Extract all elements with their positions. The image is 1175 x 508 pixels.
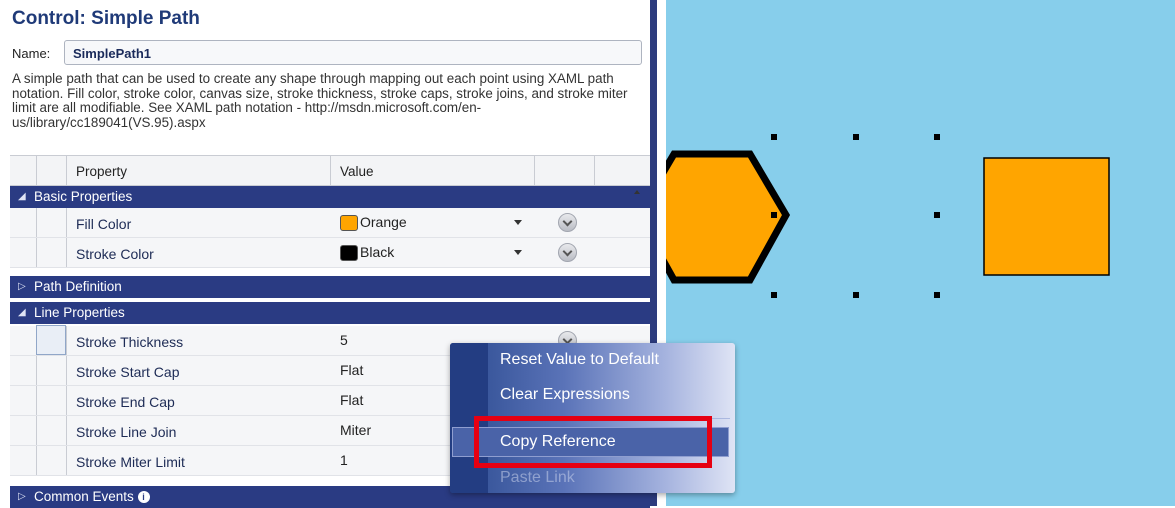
canvas-shapes <box>666 150 1110 284</box>
property-row-stroke-color[interactable]: Stroke Color Black <box>10 238 650 268</box>
header-property: Property <box>76 164 128 179</box>
property-name: Stroke Line Join <box>76 424 177 440</box>
property-name: Stroke Color <box>76 246 154 262</box>
name-field[interactable]: SimplePath1 <box>64 40 642 65</box>
resize-handle-top-middle[interactable] <box>853 134 859 140</box>
name-field-value: SimplePath1 <box>73 46 152 61</box>
category-label: Path Definition <box>34 279 122 294</box>
resize-handle-bottom-right[interactable] <box>934 292 940 298</box>
control-description: A simple path that can be used to create… <box>12 71 628 130</box>
property-value[interactable]: Miter <box>340 422 371 438</box>
collapse-triangle-icon[interactable]: ◢ <box>18 307 26 318</box>
resize-handle-middle-right[interactable] <box>934 212 940 218</box>
scroll-up-arrow-icon[interactable] <box>634 190 640 194</box>
resize-handle-top-left[interactable] <box>771 134 777 140</box>
category-basic-properties[interactable]: ◢ Basic Properties <box>10 186 650 208</box>
black-swatch-icon <box>340 245 358 262</box>
grid-header: Property Value <box>10 156 650 186</box>
square-shape <box>983 157 1110 276</box>
menu-item-reset-value[interactable]: Reset Value to Default <box>500 351 659 369</box>
stroke-color-select[interactable]: Black <box>340 244 395 262</box>
hexagon-shape <box>666 150 791 284</box>
resize-handle-top-right[interactable] <box>934 134 940 140</box>
expand-triangle-icon[interactable]: ▷ <box>18 281 26 292</box>
resize-handle-middle-left[interactable] <box>771 212 777 218</box>
stroke-color-value: Black <box>360 244 395 260</box>
dropdown-arrow-icon[interactable] <box>514 250 522 255</box>
selected-row-indicator[interactable] <box>36 325 66 355</box>
property-value[interactable]: Flat <box>340 392 363 408</box>
name-label: Name: <box>12 46 51 61</box>
resize-handle-bottom-left[interactable] <box>771 292 777 298</box>
property-value[interactable]: 5 <box>340 332 348 348</box>
orange-swatch-icon <box>340 215 358 232</box>
panel-title: Control: Simple Path <box>12 8 200 29</box>
property-name: Stroke Start Cap <box>76 364 180 380</box>
dropdown-arrow-icon[interactable] <box>514 220 522 225</box>
category-label: Common Events i <box>34 489 150 504</box>
property-value[interactable]: 1 <box>340 452 348 468</box>
category-label: Basic Properties <box>34 189 133 204</box>
category-label: Line Properties <box>34 305 125 320</box>
property-row-fill-color[interactable]: Fill Color Orange <box>10 208 650 238</box>
category-line-properties[interactable]: ◢ Line Properties <box>10 302 650 324</box>
property-value[interactable]: Flat <box>340 362 363 378</box>
property-name: Stroke End Cap <box>76 394 175 410</box>
collapse-triangle-icon[interactable]: ◢ <box>18 191 26 202</box>
highlight-annotation-box <box>474 416 712 468</box>
reset-chevron-button[interactable] <box>558 243 577 262</box>
menu-item-paste-link: Paste Link <box>500 469 575 486</box>
header-value: Value <box>340 164 374 179</box>
menu-item-clear-expressions[interactable]: Clear Expressions <box>500 386 630 404</box>
fill-color-select[interactable]: Orange <box>340 214 407 232</box>
info-icon[interactable]: i <box>137 491 150 504</box>
fill-color-value: Orange <box>360 214 407 230</box>
design-canvas[interactable] <box>666 0 1175 506</box>
property-name: Fill Color <box>76 216 132 232</box>
resize-handle-bottom-middle[interactable] <box>853 292 859 298</box>
property-name: Stroke Thickness <box>76 334 184 350</box>
property-name: Stroke Miter Limit <box>76 454 185 470</box>
reset-chevron-button[interactable] <box>558 213 577 232</box>
category-path-definition[interactable]: ▷ Path Definition <box>10 276 650 298</box>
expand-triangle-icon[interactable]: ▷ <box>18 491 26 502</box>
